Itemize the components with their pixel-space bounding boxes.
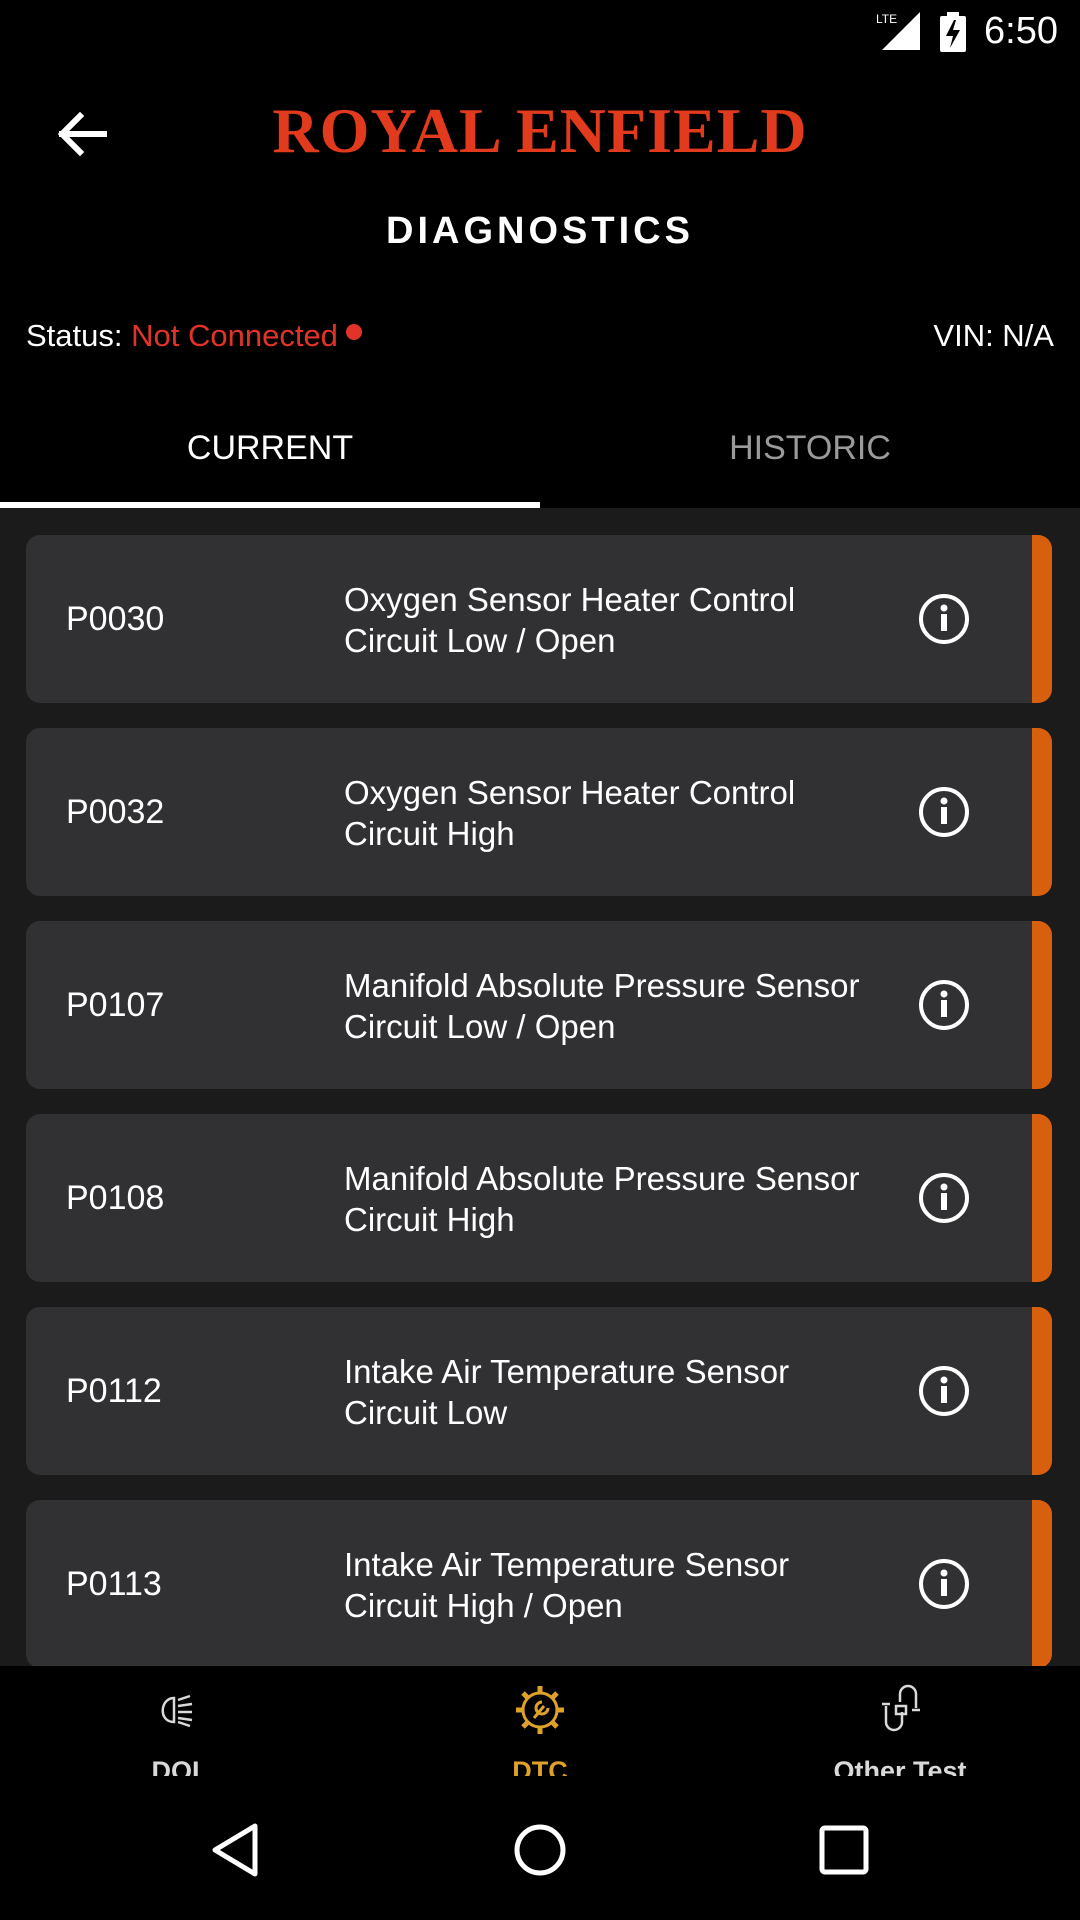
lte-signal-icon: LTE — [876, 12, 920, 50]
page-title: DIAGNOSTICS — [386, 210, 694, 252]
dtc-code: P0030 — [66, 600, 165, 638]
dtc-card[interactable]: P0113 Intake Air Temperature Sensor Circu… — [26, 1500, 1052, 1666]
nav-item-dol[interactable]: DOL — [0, 1666, 360, 1786]
battery-charging-icon — [940, 12, 966, 52]
brand-logo: ROYAL ENFIELD — [272, 95, 808, 166]
info-icon[interactable] — [918, 1365, 970, 1417]
severity-accent — [1032, 535, 1052, 703]
system-navigation-bar — [0, 1776, 1080, 1920]
dtc-list[interactable]: P0030 Oxygen Sensor Heater Control Circui… — [0, 508, 1080, 1666]
dtc-card[interactable]: P0107 Manifold Absolute Pressure Sensor C… — [26, 921, 1052, 1089]
tab-bar: CURRENT HISTORIC — [0, 410, 1080, 508]
info-icon[interactable] — [918, 1558, 970, 1610]
tab-historic[interactable]: HISTORIC — [540, 410, 1080, 508]
dtc-code: P0112 — [66, 1372, 162, 1410]
info-icon[interactable] — [918, 979, 970, 1031]
dtc-description: Manifold Absolute Pressure Sensor Circuit… — [344, 967, 860, 1045]
dtc-description: Intake Air Temperature Sensor Circuit Hig… — [344, 1546, 790, 1624]
dtc-description: Intake Air Temperature Sensor Circuit Low — [344, 1353, 790, 1431]
severity-accent — [1032, 1307, 1052, 1475]
severity-accent — [1032, 1114, 1052, 1282]
dtc-description: Oxygen Sensor Heater Control Circuit High — [344, 774, 796, 852]
back-triangle-icon[interactable] — [205, 1820, 265, 1880]
recents-square-icon[interactable] — [814, 1820, 874, 1880]
connector-icon — [882, 1684, 920, 1732]
nav-item-dtc[interactable]: DTC — [360, 1666, 720, 1786]
svg-text:LTE: LTE — [876, 12, 897, 26]
gear-wrench-icon — [516, 1686, 564, 1734]
dtc-card[interactable]: P0032 Oxygen Sensor Heater Control Circui… — [26, 728, 1052, 896]
dtc-card[interactable]: P0030 Oxygen Sensor Heater Control Circui… — [26, 535, 1052, 703]
system-status-bar: LTE 6:50 — [0, 0, 1080, 66]
dtc-card[interactable]: P0112 Intake Air Temperature Sensor Circu… — [26, 1307, 1052, 1475]
severity-accent — [1032, 728, 1052, 896]
vin-label: VIN: N/A — [933, 318, 1054, 353]
clock: 6:50 — [984, 10, 1058, 52]
severity-accent — [1032, 1500, 1052, 1666]
app-bar: ROYAL ENFIELD DIAGNOSTICS — [0, 66, 1080, 266]
severity-accent — [1032, 921, 1052, 1089]
dtc-description: Manifold Absolute Pressure Sensor Circuit… — [344, 1160, 860, 1238]
dtc-card[interactable]: P0108 Manifold Absolute Pressure Sensor C… — [26, 1114, 1052, 1282]
info-icon[interactable] — [918, 786, 970, 838]
home-circle-icon[interactable] — [510, 1820, 570, 1880]
connection-status-row: Status: Not Connected VIN: N/A — [0, 312, 1080, 364]
info-icon[interactable] — [918, 593, 970, 645]
status-dot-icon — [345, 324, 362, 340]
dtc-code: P0108 — [66, 1179, 165, 1217]
status-value: Not Connected — [131, 318, 338, 353]
dtc-description: Oxygen Sensor Heater Control Circuit Low … — [344, 581, 796, 659]
dtc-code: P0107 — [66, 986, 165, 1024]
info-icon[interactable] — [918, 1172, 970, 1224]
headlight-icon — [161, 1694, 193, 1728]
status-label: Status: — [26, 318, 123, 353]
nav-item-other-test[interactable]: Other Test — [720, 1666, 1080, 1786]
dtc-code: P0032 — [66, 793, 165, 831]
bottom-navigation: DOL DTC Other Test — [0, 1666, 1080, 1786]
tab-current[interactable]: CURRENT — [0, 410, 540, 508]
connection-status: Status: Not Connected — [26, 318, 362, 354]
dtc-code: P0113 — [66, 1565, 162, 1603]
